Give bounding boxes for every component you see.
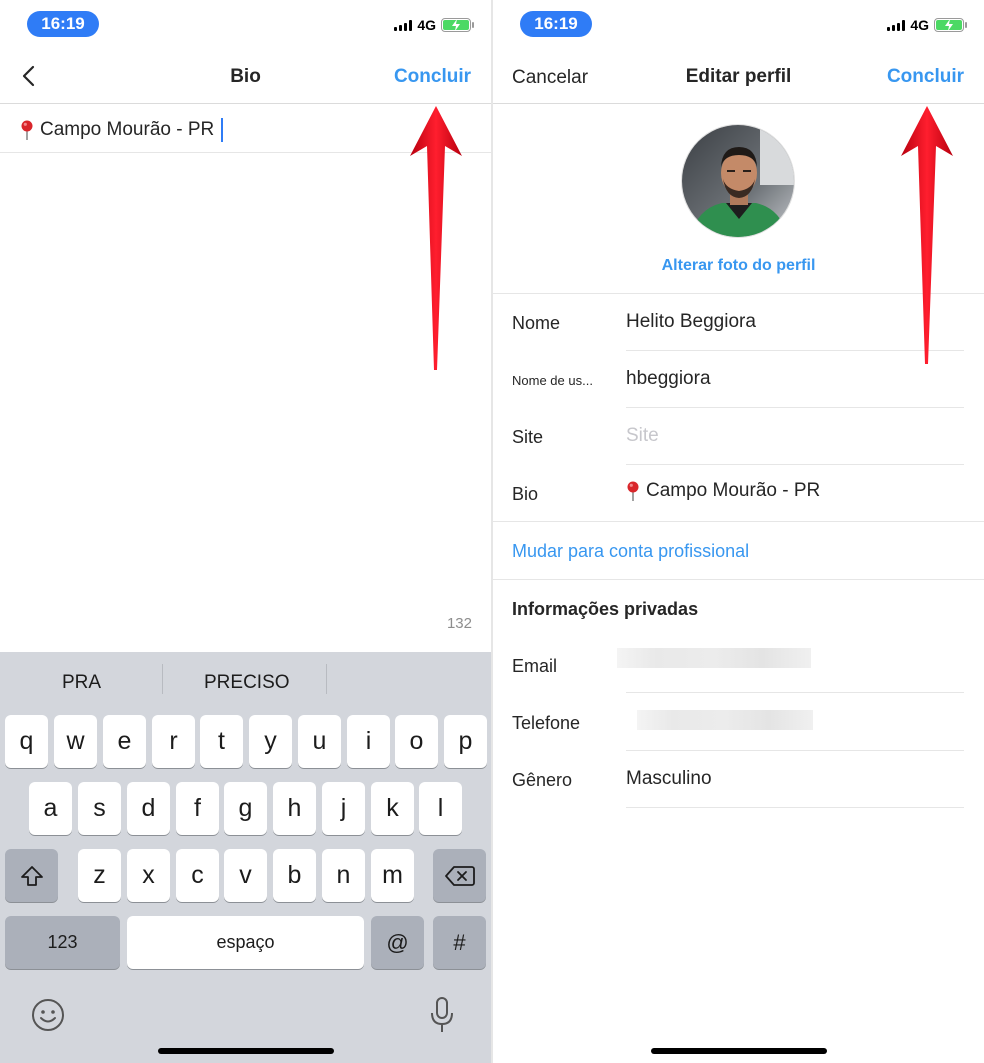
name-field[interactable]: Helito Beggiora [626,311,756,333]
backspace-icon [444,865,475,886]
suggestion-item[interactable]: PRA [62,672,101,694]
emoji-icon[interactable] [30,997,66,1038]
bio-field[interactable]: Campo Mourão - PR [626,480,820,502]
edit-profile-screen: 16:19 4G Cancelar Editar perfil Concluir [493,0,984,1063]
gender-label: Gênero [512,770,573,790]
divider [493,521,984,522]
site-label: Site [512,427,544,447]
space-key[interactable]: espaço [127,916,364,969]
shift-key[interactable] [5,849,58,902]
avatar[interactable] [681,124,795,238]
hash-key[interactable]: # [433,916,486,969]
suggestion-item[interactable]: PRECISO [204,672,290,694]
arrow-up-icon [901,106,953,364]
text-cursor [221,118,224,142]
nav-bar: Cancelar Editar perfil Concluir [493,48,984,104]
key-i[interactable]: i [347,715,390,768]
key-u[interactable]: u [298,715,341,768]
phone-field[interactable] [637,710,813,730]
phone-label: Telefone [512,713,581,733]
shift-icon [20,865,43,886]
key-t[interactable]: t [200,715,243,768]
bio-label: Bio [512,484,539,504]
key-y[interactable]: y [249,715,292,768]
signal-icon [394,19,413,31]
key-z[interactable]: z [78,849,121,902]
key-g[interactable]: g [224,782,267,835]
battery-icon [934,18,967,32]
microphone-icon[interactable] [426,995,458,1040]
bio-text: Campo Mourão - PR [40,119,215,140]
email-label: Email [512,656,558,676]
key-j[interactable]: j [322,782,365,835]
key-f[interactable]: f [176,782,219,835]
character-counter: 132 [446,615,472,632]
key-r[interactable]: r [152,715,195,768]
keyboard: PRA PRECISO q w e r t y u i o p a s d f … [0,652,491,1063]
divider [626,692,964,693]
arrow-up-icon [410,106,462,370]
pin-icon [626,481,640,501]
bio-screen: 16:19 4G Bio Concluir Campo Mourão - PR … [0,0,491,1063]
key-s[interactable]: s [78,782,121,835]
signal-icon [887,19,906,31]
divider [626,750,964,751]
key-d[interactable]: d [127,782,170,835]
key-a[interactable]: a [29,782,72,835]
done-button[interactable]: Concluir [887,66,964,88]
key-k[interactable]: k [371,782,414,835]
key-x[interactable]: x [127,849,170,902]
status-bar: 16:19 4G [0,0,491,48]
key-c[interactable]: c [176,849,219,902]
pin-icon [20,120,34,140]
private-info-title: Informações privadas [512,599,699,619]
network-type: 4G [910,17,929,33]
username-label: Nome de us... [512,373,593,388]
key-n[interactable]: n [322,849,365,902]
divider [493,579,984,580]
suggestion-divider [162,664,163,694]
name-label: Nome [512,313,561,333]
key-v[interactable]: v [224,849,267,902]
status-indicators: 4G [394,17,474,33]
key-b[interactable]: b [273,849,316,902]
divider [626,464,964,465]
suggestion-divider [326,664,327,694]
status-time: 16:19 [520,11,592,37]
key-w[interactable]: w [54,715,97,768]
network-type: 4G [417,17,436,33]
home-indicator [650,1048,827,1054]
bio-value: Campo Mourão - PR [646,480,821,501]
delete-key[interactable] [433,849,486,902]
status-time: 16:19 [27,11,99,37]
gender-field[interactable]: Masculino [626,768,712,790]
switch-professional-link[interactable]: Mudar para conta profissional [512,541,749,562]
status-bar: 16:19 4G [493,0,984,48]
key-l[interactable]: l [419,782,462,835]
key-e[interactable]: e [103,715,146,768]
key-h[interactable]: h [273,782,316,835]
at-key[interactable]: @ [371,916,424,969]
divider [626,407,964,408]
key-q[interactable]: q [5,715,48,768]
suggestion-bar: PRA PRECISO [0,652,491,712]
email-field[interactable] [617,648,811,668]
nav-bar: Bio Concluir [0,48,491,104]
key-m[interactable]: m [371,849,414,902]
done-button[interactable]: Concluir [394,66,471,88]
key-p[interactable]: p [444,715,487,768]
numbers-key[interactable]: 123 [5,916,120,969]
home-indicator [157,1048,334,1054]
divider [626,807,964,808]
status-indicators: 4G [887,17,967,33]
site-field[interactable]: Site [626,425,659,447]
key-o[interactable]: o [395,715,438,768]
battery-icon [441,18,474,32]
username-field[interactable]: hbeggiora [626,368,711,390]
